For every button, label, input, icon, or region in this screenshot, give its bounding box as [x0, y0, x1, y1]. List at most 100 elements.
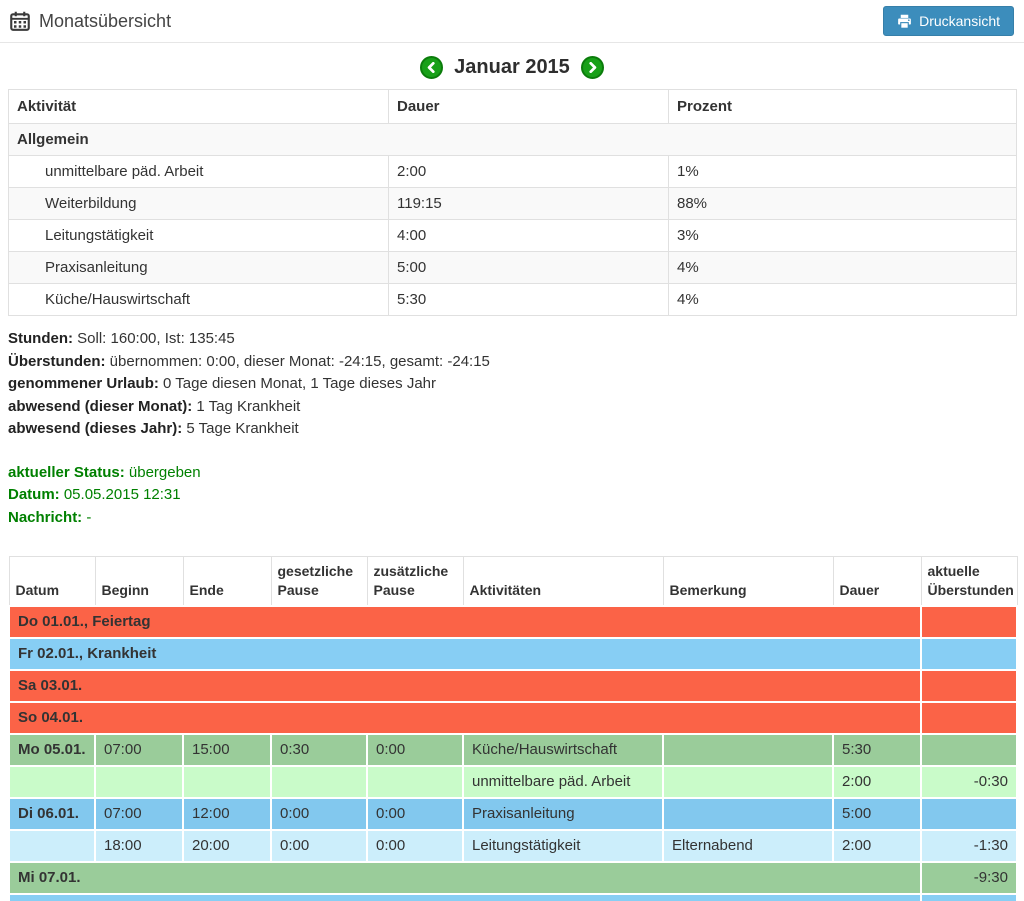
day-gesetzliche-pause	[271, 766, 367, 798]
column-header-datum: Datum	[9, 557, 95, 607]
day-row: 18:0020:000:000:00LeitungstätigkeitElter…	[9, 830, 1017, 862]
day-row: Sa 03.01.	[9, 670, 1017, 702]
day-overtime	[921, 606, 1017, 638]
summary-line: Überstunden: übernommen: 0:00, dieser Mo…	[8, 351, 1016, 374]
activity-group-label: Allgemein	[9, 124, 1017, 156]
day-dauer: 5:30	[833, 734, 921, 766]
day-ende	[183, 766, 271, 798]
day-dauer: 2:00	[833, 766, 921, 798]
summary-line-label: Stunden:	[8, 330, 73, 347]
day-overtime	[921, 638, 1017, 670]
day-banner-label: Fr 02.01., Krankheit	[9, 638, 921, 670]
day-beginn	[95, 766, 183, 798]
print-button-label: Druckansicht	[919, 13, 1000, 29]
day-row: Do 01.01., Feiertag	[9, 606, 1017, 638]
summary-line-label: Überstunden:	[8, 353, 106, 370]
month-nav: Januar 2015	[0, 56, 1024, 79]
day-ende: 15:00	[183, 734, 271, 766]
day-row: Fr 02.01., Krankheit	[9, 638, 1017, 670]
day-row: Mi 07.01.-9:30	[9, 862, 1017, 894]
activity-dauer: 2:00	[389, 156, 669, 188]
status-line: Nachricht: -	[8, 507, 1016, 530]
activity-group-row: Allgemein	[9, 124, 1017, 156]
circle-arrow-left-icon	[426, 62, 437, 73]
activity-table-header-row: Aktivität Dauer Prozent	[9, 90, 1017, 124]
activity-row: Praxisanleitung5:004%	[9, 252, 1017, 284]
activity-row: unmittelbare päd. Arbeit2:001%	[9, 156, 1017, 188]
activity-row: Weiterbildung119:1588%	[9, 188, 1017, 220]
status-block: aktueller Status: übergebenDatum: 05.05.…	[8, 462, 1016, 530]
day-overtime: -1:30	[921, 830, 1017, 862]
day-row: Do 08.01.-17:30	[9, 894, 1017, 901]
column-header-aktivitaet: Aktivität	[9, 90, 389, 124]
summary-line-label: abwesend (dieses Jahr):	[8, 420, 182, 437]
page-title: Monatsübersicht	[39, 11, 171, 32]
day-aktivitaeten: Leitungstätigkeit	[463, 830, 663, 862]
activity-prozent: 4%	[669, 252, 1017, 284]
month-summary: Stunden: Soll: 160:00, Ist: 135:45Überst…	[8, 328, 1016, 441]
page-title-group: Monatsübersicht	[10, 11, 171, 32]
day-row: Di 06.01.07:0012:000:000:00Praxisanleitu…	[9, 798, 1017, 830]
activity-prozent: 4%	[669, 284, 1017, 316]
day-gesetzliche-pause: 0:30	[271, 734, 367, 766]
day-bemerkung	[663, 766, 833, 798]
day-dauer: 2:00	[833, 830, 921, 862]
day-overtime	[921, 798, 1017, 830]
column-header-dauer: Dauer	[389, 90, 669, 124]
activity-name: Küche/Hauswirtschaft	[9, 284, 389, 316]
day-gesetzliche-pause: 0:00	[271, 830, 367, 862]
day-overtime: -0:30	[921, 766, 1017, 798]
status-line-label: Nachricht:	[8, 509, 82, 526]
day-gesetzliche-pause: 0:00	[271, 798, 367, 830]
status-line: aktueller Status: übergeben	[8, 462, 1016, 485]
summary-line: genommener Urlaub: 0 Tage diesen Monat, …	[8, 373, 1016, 396]
column-header-aktuelle-ueberstunden: aktuelle Überstunden	[921, 557, 1017, 607]
summary-line: Stunden: Soll: 160:00, Ist: 135:45	[8, 328, 1016, 351]
activity-row: Küche/Hauswirtschaft5:304%	[9, 284, 1017, 316]
day-overtime: -17:30	[921, 894, 1017, 901]
day-zusaetzliche-pause	[367, 766, 463, 798]
day-overtime: -9:30	[921, 862, 1017, 894]
month-label: Januar 2015	[454, 56, 570, 79]
prev-month-button[interactable]	[420, 56, 443, 79]
circle-arrow-right-icon	[587, 62, 598, 73]
day-dauer: 5:00	[833, 798, 921, 830]
activity-name: unmittelbare päd. Arbeit	[9, 156, 389, 188]
activity-row: Leitungstätigkeit4:003%	[9, 220, 1017, 252]
activity-name: Leitungstätigkeit	[9, 220, 389, 252]
next-month-button[interactable]	[581, 56, 604, 79]
summary-line-label: abwesend (dieser Monat):	[8, 398, 192, 415]
day-overtime	[921, 734, 1017, 766]
day-row: So 04.01.	[9, 702, 1017, 734]
day-banner-label: Mi 07.01.	[9, 862, 921, 894]
activity-name: Weiterbildung	[9, 188, 389, 220]
activity-summary-table: Aktivität Dauer Prozent Allgemeinunmitte…	[8, 89, 1017, 316]
activity-name: Praxisanleitung	[9, 252, 389, 284]
day-date	[9, 830, 95, 862]
activity-dauer: 119:15	[389, 188, 669, 220]
print-button[interactable]: Druckansicht	[883, 6, 1014, 36]
day-beginn: 18:00	[95, 830, 183, 862]
status-line-label: aktueller Status:	[8, 464, 125, 481]
day-table: Datum Beginn Ende gesetzliche Pause zusä…	[8, 556, 1018, 901]
column-header-dauer: Dauer	[833, 557, 921, 607]
topbar: Monatsübersicht Druckansicht	[0, 0, 1024, 43]
summary-line: abwesend (dieses Jahr): 5 Tage Krankheit	[8, 418, 1016, 441]
day-aktivitaeten: Küche/Hauswirtschaft	[463, 734, 663, 766]
day-banner-label: Sa 03.01.	[9, 670, 921, 702]
activity-prozent: 1%	[669, 156, 1017, 188]
calendar-icon	[10, 11, 30, 31]
day-date: Mo 05.01.	[9, 734, 95, 766]
summary-line-label: genommener Urlaub:	[8, 375, 159, 392]
day-bemerkung: Elternabend	[663, 830, 833, 862]
day-banner-label: Do 01.01., Feiertag	[9, 606, 921, 638]
day-ende: 12:00	[183, 798, 271, 830]
day-aktivitaeten: Praxisanleitung	[463, 798, 663, 830]
day-overtime	[921, 702, 1017, 734]
day-row: unmittelbare päd. Arbeit2:00-0:30	[9, 766, 1017, 798]
day-beginn: 07:00	[95, 734, 183, 766]
day-zusaetzliche-pause: 0:00	[367, 798, 463, 830]
status-line-label: Datum:	[8, 486, 60, 503]
activity-prozent: 88%	[669, 188, 1017, 220]
column-header-beginn: Beginn	[95, 557, 183, 607]
